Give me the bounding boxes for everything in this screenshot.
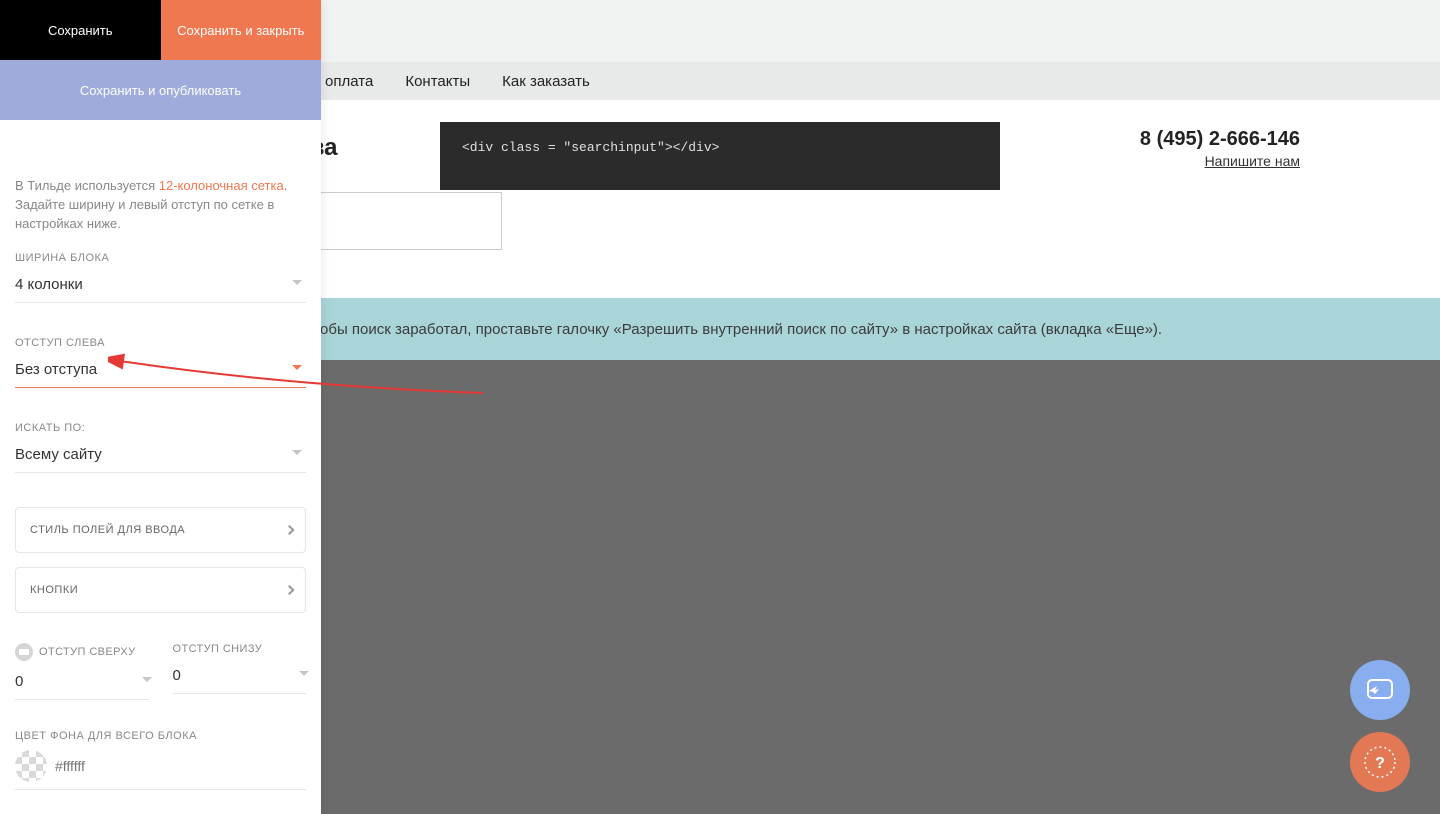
input-style-label: СТИЛЬ ПОЛЕЙ ДЛЯ ВВОДА <box>30 524 185 536</box>
settings-sidebar: Сохранить Сохранить и закрыть Сохранить … <box>0 0 321 814</box>
chevron-down-icon <box>292 280 302 285</box>
search-by-value: Всему сайту <box>15 446 102 463</box>
nav-contacts[interactable]: Контакты <box>405 73 470 90</box>
offset-left-select[interactable]: Без отступа <box>15 355 306 388</box>
spacing-top-select[interactable]: 0 <box>15 667 149 700</box>
buttons-label: КНОПКИ <box>30 584 78 596</box>
offset-left-value: Без отступа <box>15 361 97 378</box>
chevron-down-icon <box>299 671 309 676</box>
sidebar-actions-row: Сохранить Сохранить и закрыть <box>0 0 321 60</box>
svg-text:?: ? <box>1375 755 1385 772</box>
spacing-bottom-label: ОТСТУП СНИЗУ <box>173 643 263 655</box>
chevron-right-icon <box>285 525 295 535</box>
help-prefix: В Тильде используется <box>15 178 159 193</box>
nav-how-to-order[interactable]: Как заказать <box>502 73 590 90</box>
save-publish-button[interactable]: Сохранить и опубликовать <box>0 60 321 120</box>
block-width-value: 4 колонки <box>15 276 83 293</box>
save-button[interactable]: Сохранить <box>0 0 161 60</box>
help-icon: ? <box>1362 744 1398 780</box>
offset-left-label: ОТСТУП СЛЕВА <box>15 337 306 349</box>
input-style-panel[interactable]: СТИЛЬ ПОЛЕЙ ДЛЯ ВВОДА <box>15 507 306 553</box>
search-input-preview[interactable] <box>290 192 502 250</box>
grid-link[interactable]: 12-колоночная сетка <box>159 178 284 193</box>
spacing-icon <box>15 643 33 661</box>
help-fab[interactable]: ? <box>1350 732 1410 792</box>
spacing-row: ОТСТУП СВЕРХУ 0 ОТСТУП СНИЗУ 0 <box>15 643 306 700</box>
search-by-select[interactable]: Всему сайту <box>15 440 306 473</box>
phone-number: 8 (495) 2-666-146 <box>1140 128 1300 151</box>
search-by-label: ИСКАТЬ ПО: <box>15 422 306 434</box>
sidebar-body: В Тильде используется 12-колоночная сетк… <box>0 120 321 814</box>
chevron-down-icon <box>292 450 302 455</box>
chevron-right-icon <box>285 585 295 595</box>
color-swatch[interactable] <box>15 750 47 782</box>
chevron-down-icon <box>142 677 152 682</box>
block-width-select[interactable]: 4 колонки <box>15 270 306 303</box>
bg-color-input-row <box>15 750 306 790</box>
save-close-button[interactable]: Сохранить и закрыть <box>161 0 322 60</box>
chat-fab[interactable] <box>1350 660 1410 720</box>
phone-block: 8 (495) 2-666-146 Напишите нам <box>1140 128 1300 169</box>
spacing-top-value: 0 <box>15 673 23 690</box>
help-text: В Тильде используется 12-колоночная сетк… <box>15 177 306 234</box>
bg-color-row: ЦВЕТ ФОНА ДЛЯ ВСЕГО БЛОКА <box>15 730 306 790</box>
spacing-top-col: ОТСТУП СВЕРХУ 0 <box>15 643 149 700</box>
bg-color-label: ЦВЕТ ФОНА ДЛЯ ВСЕГО БЛОКА <box>15 730 306 742</box>
chat-icon <box>1362 672 1398 708</box>
block-width-label: ШИРИНА БЛОКА <box>15 252 306 264</box>
chevron-down-icon <box>292 365 302 370</box>
spacing-bottom-select[interactable]: 0 <box>173 661 307 694</box>
spacing-top-label: ОТСТУП СВЕРХУ <box>39 646 136 658</box>
spacing-bottom-col: ОТСТУП СНИЗУ 0 <box>173 643 307 700</box>
spacing-bottom-value: 0 <box>173 667 181 684</box>
html-code-box[interactable]: <div class = "searchinput"></div> <box>440 122 1000 190</box>
buttons-panel[interactable]: КНОПКИ <box>15 567 306 613</box>
bg-color-input[interactable] <box>55 758 306 774</box>
write-us-link[interactable]: Напишите нам <box>1140 153 1300 169</box>
